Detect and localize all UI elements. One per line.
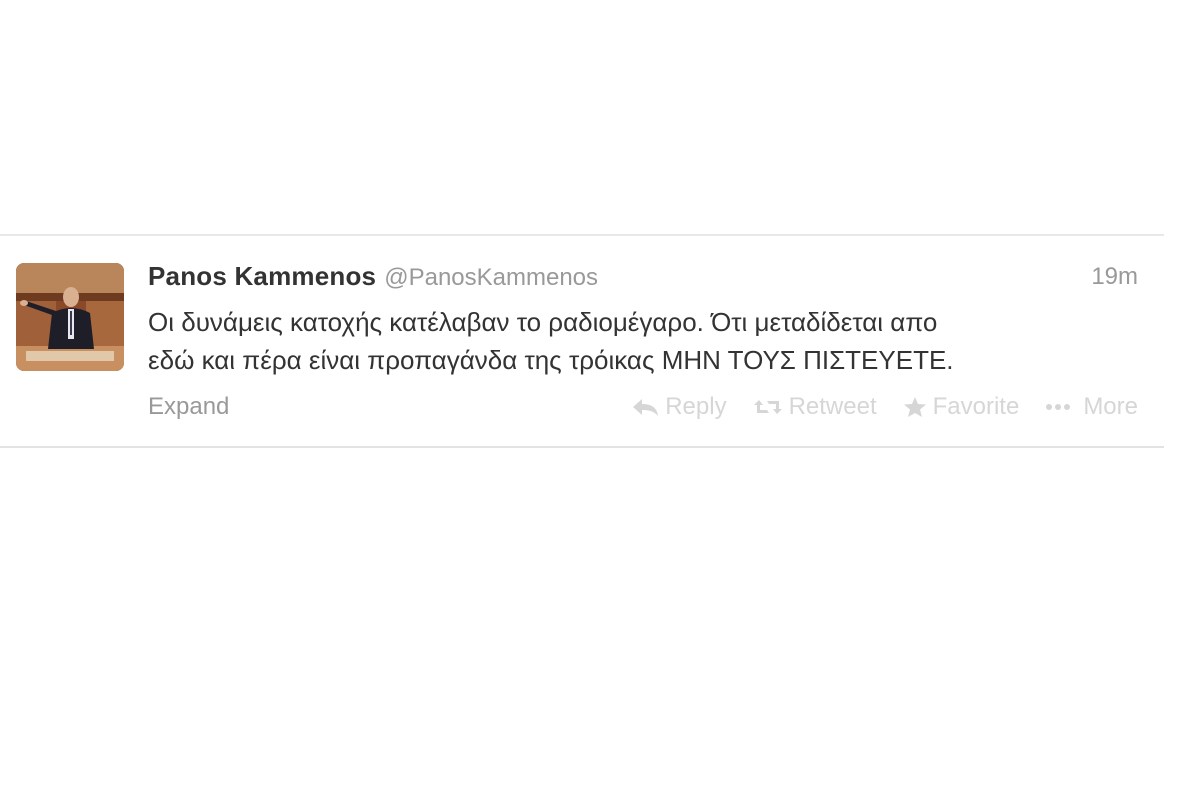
tweet-card[interactable]: Panos Kammenos @PanosKammenos 19m Οι δυνά… bbox=[0, 234, 1164, 448]
author-username[interactable]: @PanosKammenos bbox=[384, 264, 598, 291]
tweet-text-line: εδώ και πέρα είναι προπαγάνδα της τρόικα… bbox=[148, 345, 954, 375]
reply-arrow-icon bbox=[631, 397, 659, 417]
avatar-photo bbox=[16, 263, 124, 371]
tweet-timestamp[interactable]: 19m bbox=[1091, 263, 1138, 291]
favorite-label: Favorite bbox=[932, 393, 1020, 420]
retweet-icon bbox=[753, 397, 783, 417]
reply-button[interactable]: Reply bbox=[631, 393, 727, 421]
avatar[interactable] bbox=[16, 263, 124, 371]
more-label: More bbox=[1083, 393, 1138, 420]
reply-label: Reply bbox=[665, 393, 727, 420]
favorite-button[interactable]: Favorite bbox=[903, 393, 1020, 421]
expand-link[interactable]: Expand bbox=[148, 393, 229, 421]
tweet-footer: Expand Reply Retweet Favorite More bbox=[148, 393, 1138, 425]
tweet-text-line: Οι δυνάμεις κατοχής κατέλαβαν το ραδιομέ… bbox=[148, 307, 938, 337]
tweet-text: Οι δυνάμεις κατοχής κατέλαβαν το ραδιομέ… bbox=[148, 303, 1148, 379]
retweet-button[interactable]: Retweet bbox=[753, 393, 877, 421]
star-icon bbox=[903, 396, 927, 418]
tweet-actions: Reply Retweet Favorite More bbox=[605, 393, 1138, 421]
ellipsis-icon bbox=[1045, 402, 1077, 412]
tweet-header: Panos Kammenos @PanosKammenos 19m bbox=[148, 261, 1138, 297]
retweet-label: Retweet bbox=[788, 393, 877, 420]
more-button[interactable]: More bbox=[1045, 393, 1138, 421]
author-fullname[interactable]: Panos Kammenos bbox=[148, 261, 376, 291]
